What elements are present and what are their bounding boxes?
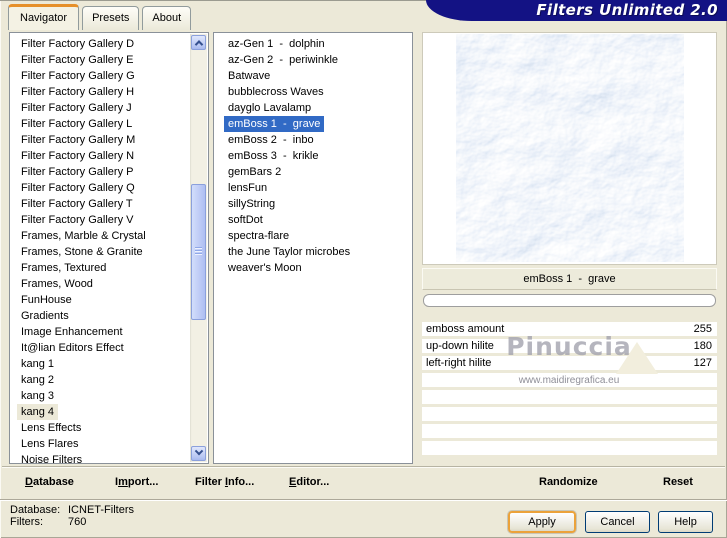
filter-listbox[interactable]: az-Gen 1 - dolphin az-Gen 2 - periwinkle…	[213, 32, 413, 464]
filter-list-item[interactable]: sillyString	[224, 196, 279, 212]
filter-items: az-Gen 1 - dolphin az-Gen 2 - periwinkle…	[214, 36, 412, 276]
filter-list-item[interactable]: emBoss 3 - krikle	[224, 148, 322, 164]
preview-image	[455, 34, 684, 262]
category-list-item[interactable]: Filter Factory Gallery D	[17, 36, 138, 52]
category-list-item[interactable]: Frames, Stone & Granite	[17, 244, 147, 260]
category-list-item[interactable]: Filter Factory Gallery J	[17, 100, 136, 116]
category-list-item[interactable]: Filter Factory Gallery N	[17, 148, 138, 164]
cancel-button[interactable]: Cancel	[585, 511, 650, 533]
tab-strip: Navigator Presets About	[8, 4, 192, 30]
database-value: ICNET-Filters	[68, 504, 134, 516]
scrollbar-thumb[interactable]	[191, 184, 206, 320]
title-banner: Filters Unlimited 2.0	[426, 0, 727, 21]
param-row-empty	[422, 424, 717, 438]
param-row-empty	[422, 407, 717, 421]
category-list-item[interactable]: Frames, Textured	[17, 260, 110, 276]
apply-button[interactable]: Apply	[508, 511, 576, 533]
database-button[interactable]: Database	[25, 472, 74, 492]
category-list-item[interactable]: Frames, Wood	[17, 276, 97, 292]
category-list-item[interactable]: Filter Factory Gallery L	[17, 116, 136, 132]
preview-panel: emBoss 1 - grave emboss amount 255 up-do…	[420, 32, 718, 465]
filters-count-label: Filters:	[10, 516, 43, 528]
import-button[interactable]: Import...	[115, 472, 158, 492]
filter-list-item[interactable]: Batwave	[224, 68, 274, 84]
category-list-item[interactable]: Filter Factory Gallery P	[17, 164, 137, 180]
category-scrollbar[interactable]	[190, 34, 207, 462]
statusbar-divider	[0, 499, 727, 501]
scrollbar-down-button[interactable]	[191, 446, 206, 461]
chevron-down-icon	[194, 446, 203, 455]
category-list-item[interactable]: Noise Filters	[17, 452, 86, 463]
window-title: Filters Unlimited 2.0	[536, 0, 718, 19]
chevron-up-icon	[194, 39, 203, 49]
category-list-item[interactable]: kang 1	[17, 356, 58, 372]
toolbar: Database Import... Filter Info... Editor…	[2, 466, 725, 497]
filter-list-item[interactable]: az-Gen 2 - periwinkle	[224, 52, 342, 68]
category-list-item[interactable]: Filter Factory Gallery M	[17, 132, 139, 148]
progress-bar	[423, 294, 716, 307]
category-listbox[interactable]: Filter Factory Gallery D Filter Factory …	[9, 32, 209, 464]
param-row-empty	[422, 390, 717, 404]
filters-count-value: 760	[68, 516, 87, 528]
category-list-item[interactable]: Filter Factory Gallery T	[17, 196, 137, 212]
reset-button[interactable]: Reset	[663, 472, 693, 492]
param-row-empty	[422, 441, 717, 455]
editor-button[interactable]: Editor...	[289, 472, 329, 492]
category-list-item[interactable]: Lens Effects	[17, 420, 85, 436]
filter-list-item[interactable]: lensFun	[224, 180, 271, 196]
filter-list-item[interactable]: emBoss 2 - inbo	[224, 132, 318, 148]
filter-list-item[interactable]: bubblecross Waves	[224, 84, 328, 100]
category-list-item[interactable]: FunHouse	[17, 292, 76, 308]
filter-list-item[interactable]: weaver's Moon	[224, 260, 306, 276]
filter-list-item[interactable]: spectra-flare	[224, 228, 293, 244]
status-info: Database: ICNET-Filters Filters: 760	[10, 504, 134, 528]
watermark-url: www.maidiregrafica.eu	[518, 375, 620, 386]
filter-list-item[interactable]: dayglo Lavalamp	[224, 100, 315, 116]
category-list-item[interactable]: Filter Factory Gallery Q	[17, 180, 139, 196]
tab[interactable]: About	[142, 6, 192, 30]
category-list-item[interactable]: Lens Flares	[17, 436, 82, 452]
tab[interactable]: Presets	[82, 6, 140, 30]
filter-list-item[interactable]: az-Gen 1 - dolphin	[224, 36, 329, 52]
category-list-item[interactable]: kang 2	[17, 372, 58, 388]
tab[interactable]: Navigator	[8, 4, 80, 30]
category-list-item[interactable]: Image Enhancement	[17, 324, 127, 340]
category-list-item[interactable]: Filter Factory Gallery H	[17, 84, 138, 100]
database-label: Database:	[10, 504, 61, 516]
filter-info-button[interactable]: Filter Info...	[195, 472, 254, 492]
preview-caption-bar: emBoss 1 - grave	[422, 268, 717, 290]
category-list-item[interactable]: It@lian Editors Effect	[17, 340, 128, 356]
category-list-item[interactable]: Gradients	[17, 308, 73, 324]
category-list-item[interactable]: Filter Factory Gallery E	[17, 52, 137, 68]
category-list-item[interactable]: Frames, Marble & Crystal	[17, 228, 150, 244]
filter-list-item[interactable]: softDot	[224, 212, 267, 228]
category-list-item[interactable]: kang 3	[17, 388, 58, 404]
filters-unlimited-dialog: Filters Unlimited 2.0 Navigator Presets …	[0, 0, 727, 538]
randomize-button[interactable]: Randomize	[539, 472, 598, 492]
category-list-item[interactable]: Filter Factory Gallery G	[17, 68, 139, 84]
category-list-item[interactable]: kang 4	[17, 404, 59, 420]
help-button[interactable]: Help	[658, 511, 713, 533]
scrollbar-up-button[interactable]	[191, 35, 206, 50]
filter-list-item[interactable]: gemBars 2	[224, 164, 285, 180]
category-items: Filter Factory Gallery D Filter Factory …	[10, 36, 208, 463]
filter-list-item[interactable]: the June Taylor microbes	[224, 244, 354, 260]
preview-box	[422, 32, 717, 265]
filter-list-item[interactable]: emBoss 1 - grave	[224, 116, 325, 132]
preview-caption: emBoss 1 - grave	[523, 273, 616, 285]
watermark-name: Pinuccia	[506, 332, 632, 361]
category-list-item[interactable]: Filter Factory Gallery V	[17, 212, 137, 228]
